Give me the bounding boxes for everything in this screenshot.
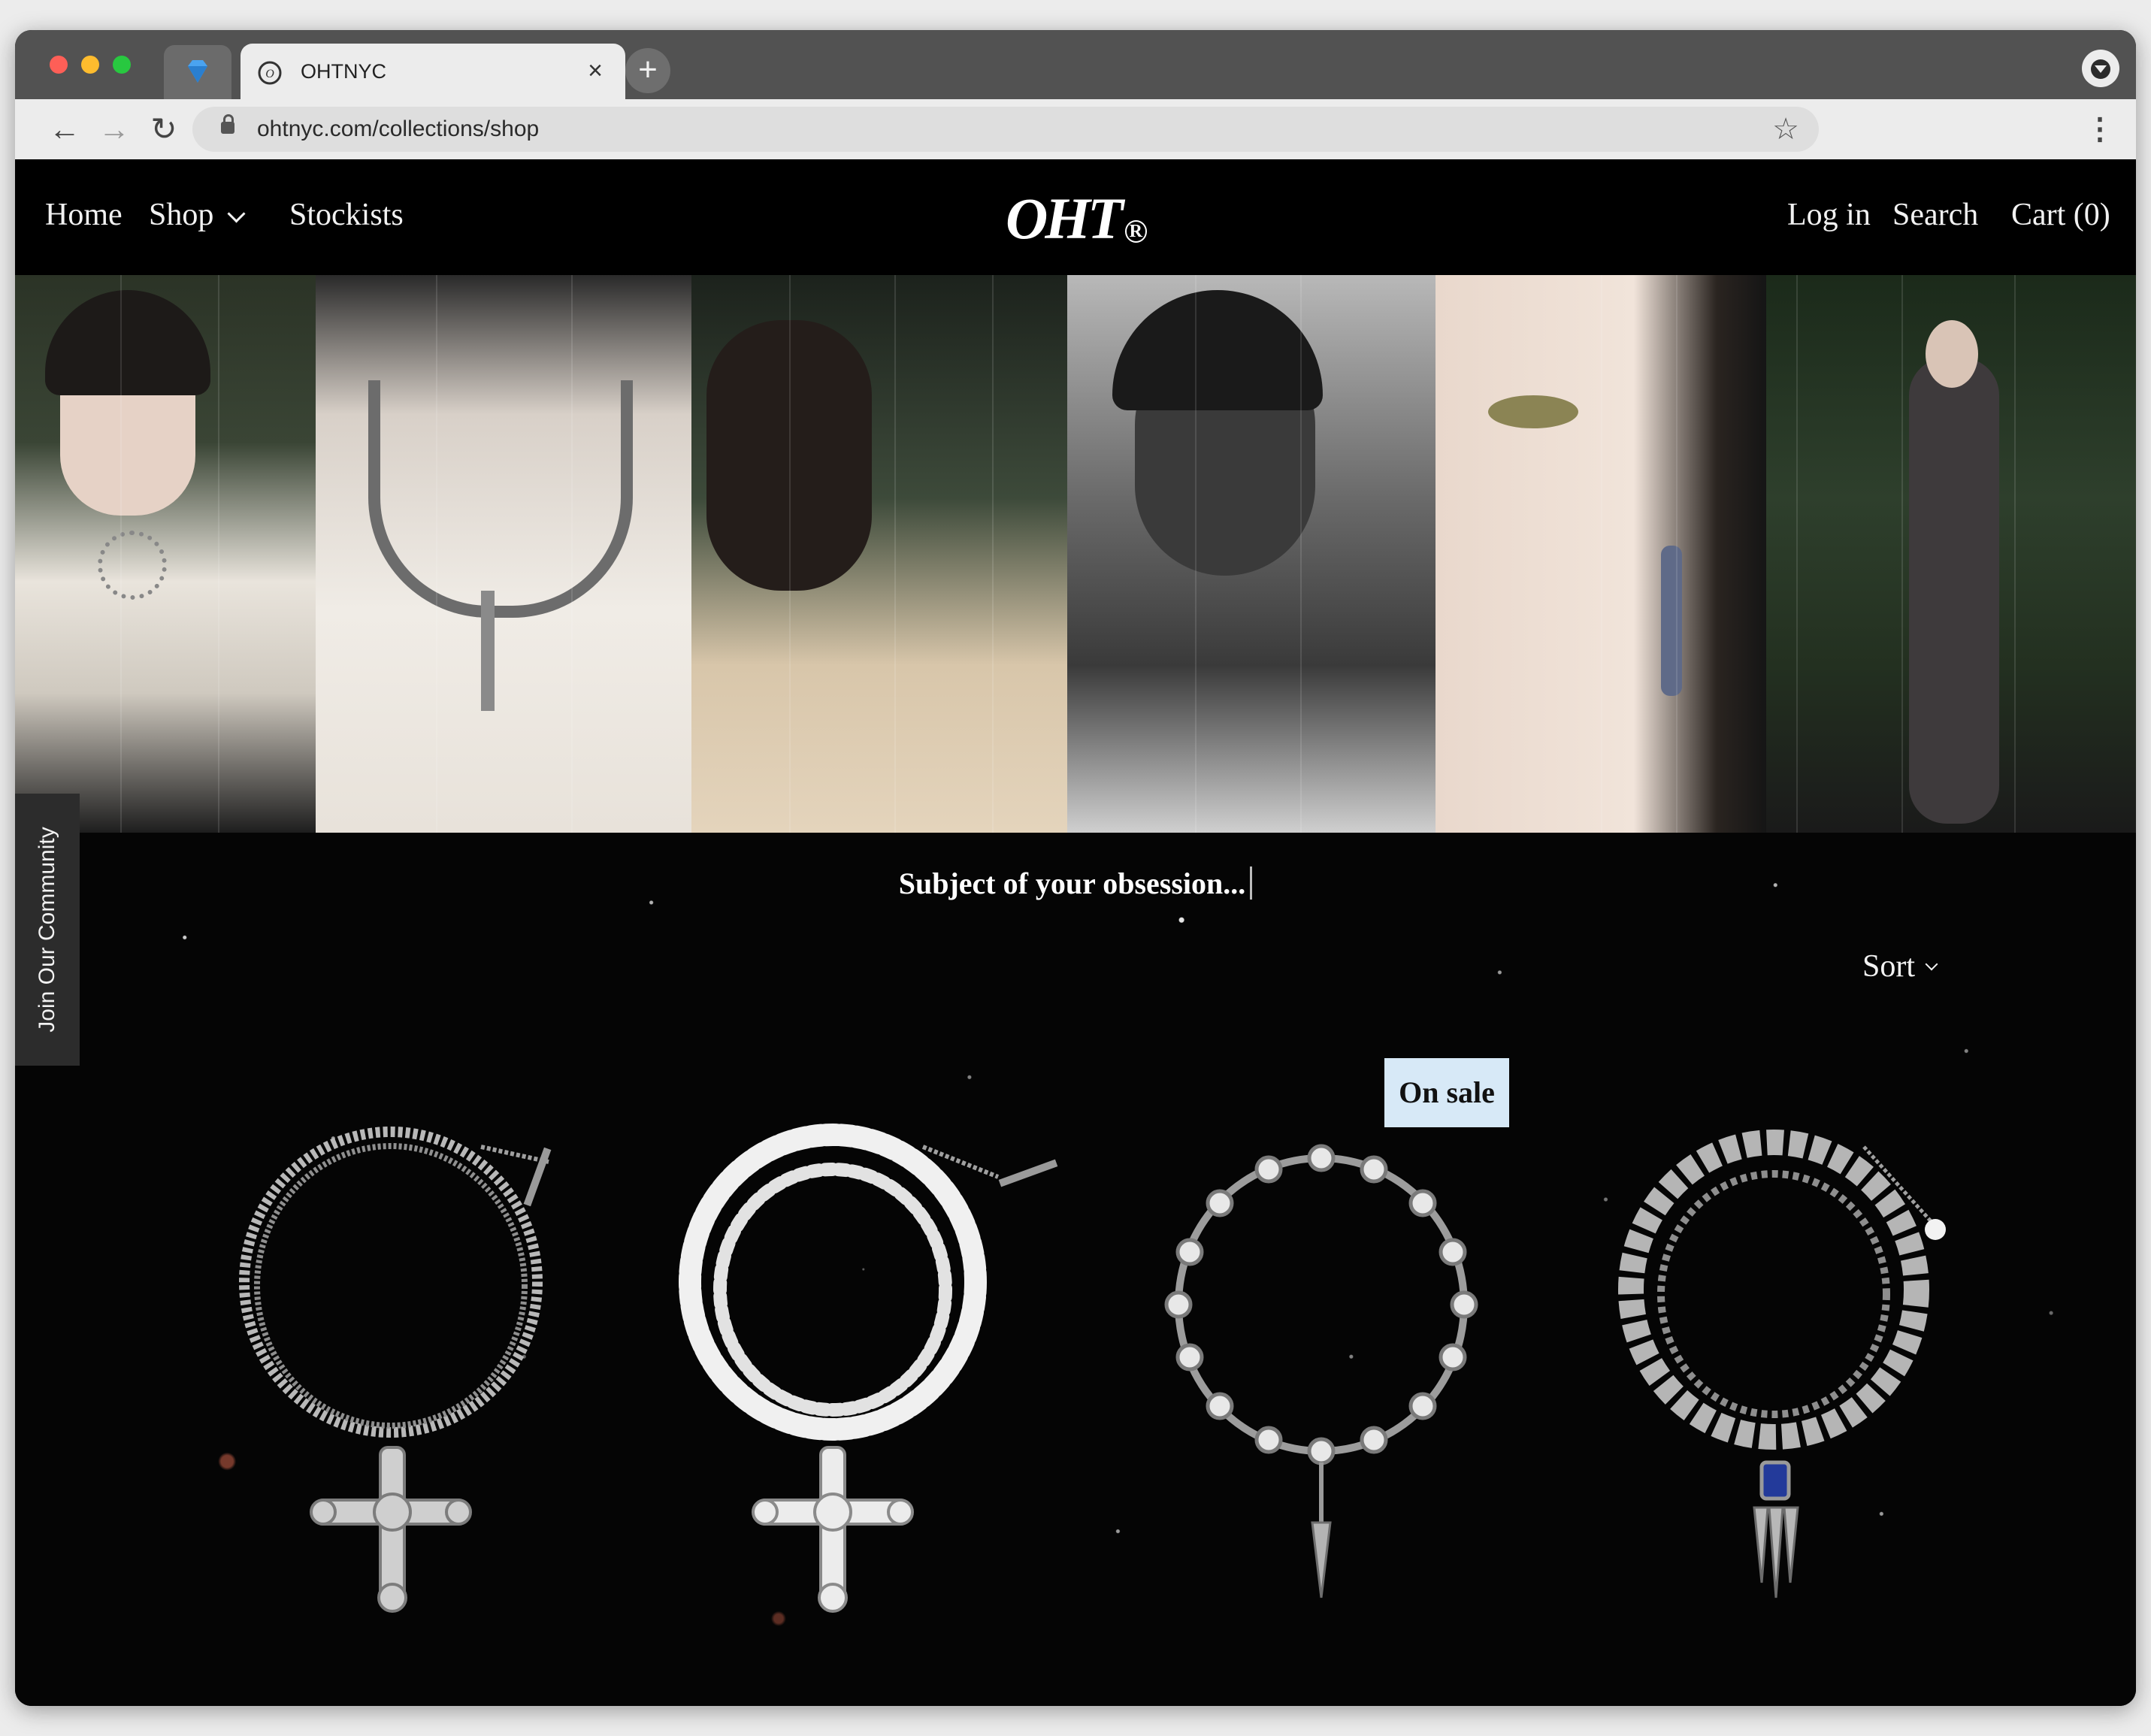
nav-shop-link[interactable]: Shop bbox=[149, 192, 246, 237]
nav-shop-label: Shop bbox=[149, 198, 214, 232]
product-crystal-spike-necklace[interactable] bbox=[1111, 1117, 1517, 1643]
hero-image-bw-portrait bbox=[1067, 275, 1436, 833]
close-tab-icon[interactable]: × bbox=[580, 56, 610, 86]
tab-title: OHTNYC bbox=[301, 60, 386, 83]
hero-image-forest-figure bbox=[1766, 275, 2136, 833]
hero-image-portrait-1 bbox=[15, 275, 316, 833]
nav-stockists-link[interactable]: Stockists bbox=[289, 192, 404, 237]
nav-search-link[interactable]: Search bbox=[1892, 192, 1978, 237]
tab-strip: O OHTNYC × + bbox=[15, 30, 2136, 99]
address-bar[interactable]: ohtnyc.com/collections/shop ☆ bbox=[192, 107, 1819, 152]
reload-icon[interactable]: ↻ bbox=[141, 107, 186, 152]
product-link-sapphire-necklace[interactable] bbox=[1593, 1117, 1999, 1643]
product-chain-cross-necklace[interactable] bbox=[203, 1117, 609, 1643]
join-community-tab[interactable]: Join Our Community bbox=[15, 794, 80, 1066]
maximize-window-button[interactable] bbox=[113, 56, 131, 74]
minimize-window-button[interactable] bbox=[81, 56, 99, 74]
back-arrow-icon[interactable]: ← bbox=[42, 107, 87, 152]
hero-image-eye-earring bbox=[1436, 275, 1766, 833]
headline-text: Subject of your obsession... bbox=[898, 866, 1246, 900]
browser-toolbar: ← → ↻ ohtnyc.com/collections/shop ☆ ⋮ bbox=[15, 99, 2136, 160]
chevron-down-icon bbox=[227, 204, 246, 223]
chevron-down-icon bbox=[1925, 957, 1938, 971]
new-tab-button[interactable]: + bbox=[625, 48, 670, 93]
logo-text: OHT bbox=[1006, 186, 1124, 251]
hero-banner[interactable] bbox=[15, 275, 2136, 833]
svg-text:O: O bbox=[265, 68, 274, 80]
pinned-tab[interactable] bbox=[164, 45, 231, 99]
lock-icon bbox=[221, 114, 234, 134]
nav-cart-link[interactable]: Cart (0) bbox=[2011, 192, 2110, 237]
profile-menu-icon[interactable] bbox=[2082, 50, 2119, 87]
tab-ohtnyc[interactable]: O OHTNYC × bbox=[241, 44, 625, 99]
web-page: Home Shop Stockists OHT R Log in Search C… bbox=[15, 159, 2136, 1706]
sort-dropdown[interactable]: Sort bbox=[1862, 944, 1938, 989]
hero-image-hair-chain bbox=[691, 275, 1067, 833]
join-community-label: Join Our Community bbox=[35, 827, 59, 1033]
text-cursor bbox=[1250, 866, 1253, 900]
registered-mark: R bbox=[1124, 220, 1147, 243]
browser-window: O OHTNYC × + ← → ↻ ohtnyc.com/collection… bbox=[15, 30, 2136, 1706]
close-window-button[interactable] bbox=[50, 56, 68, 74]
nav-login-link[interactable]: Log in bbox=[1787, 192, 1871, 237]
nav-home-link[interactable]: Home bbox=[45, 192, 123, 237]
product-pearl-cross-necklace[interactable] bbox=[652, 1117, 1058, 1643]
site-logo[interactable]: OHT R bbox=[1006, 185, 1147, 265]
browser-menu-icon[interactable]: ⋮ bbox=[2085, 107, 2115, 152]
collection-headline: Subject of your obsession... bbox=[15, 863, 2136, 905]
hero-image-necklace-closeup bbox=[316, 275, 691, 833]
url-text[interactable]: ohtnyc.com/collections/shop bbox=[257, 116, 539, 143]
site-favicon-icon: O bbox=[258, 61, 282, 85]
forward-arrow-icon[interactable]: → bbox=[92, 107, 137, 152]
sort-label: Sort bbox=[1862, 949, 1916, 984]
site-header: Home Shop Stockists OHT R Log in Search C… bbox=[15, 159, 2136, 275]
diamond-icon bbox=[188, 60, 207, 83]
bookmark-star-icon[interactable]: ☆ bbox=[1772, 111, 1799, 147]
